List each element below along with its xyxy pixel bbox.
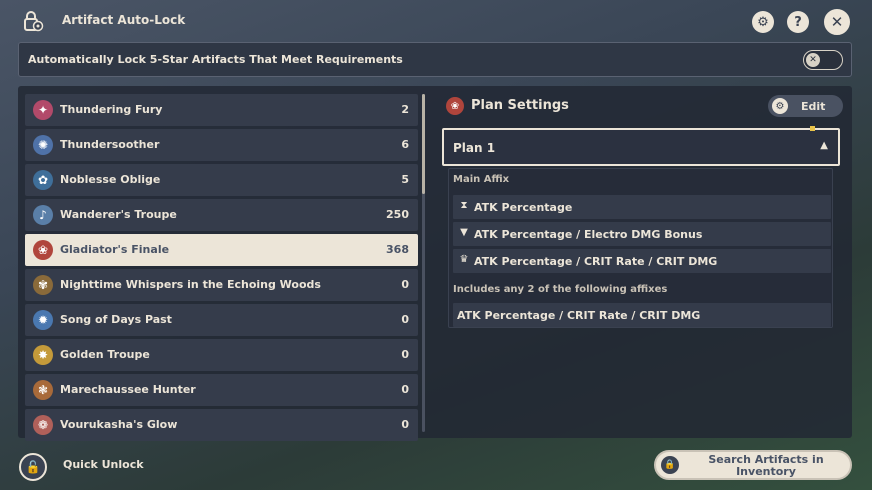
sub-affix-row: ATK Percentage / CRIT Rate / CRIT DMG — [453, 303, 831, 327]
auto-lock-setting: Automatically Lock 5-Star Artifacts That… — [18, 42, 852, 77]
main-affix-row: ⧗ ATK Percentage — [453, 195, 831, 219]
goblet-icon: ▼ — [460, 227, 468, 238]
artifact-set-name: Vourukasha's Glow — [60, 418, 178, 431]
main-affix-row: ♛ ATK Percentage / CRIT Rate / CRIT DMG — [453, 249, 831, 273]
gladiators-finale-icon: ❀ — [446, 97, 464, 115]
artifact-set-row[interactable]: ❀ Gladiator's Finale 368 — [25, 234, 418, 266]
artifact-set-row[interactable]: ✺ Thundersoother 6 — [25, 129, 418, 161]
vourukashas-glow-icon: ❁ — [33, 415, 53, 435]
artifact-set-count: 250 — [386, 208, 409, 221]
artifact-set-count: 0 — [401, 313, 409, 326]
artifact-set-count: 0 — [401, 348, 409, 361]
main-panel: ✦ Thundering Fury 2 ✺ Thundersoother 6 ✿ Nobles… — [18, 86, 852, 441]
artifact-set-name: Song of Days Past — [60, 313, 172, 326]
auto-lock-label: Automatically Lock 5-Star Artifacts That… — [28, 53, 403, 66]
search-artifacts-label: Search Artifacts in Inventory — [708, 453, 824, 478]
main-affix-text: ATK Percentage — [474, 201, 573, 214]
artifact-set-name: Marechaussee Hunter — [60, 383, 196, 396]
wanderers-troupe-icon: ♪ — [33, 205, 53, 225]
scrollbar-thumb[interactable] — [422, 94, 425, 194]
plan-settings-title: Plan Settings — [471, 98, 569, 113]
artifact-set-row[interactable]: ♪ Wanderer's Troupe 250 — [25, 199, 418, 231]
main-affix-text: ATK Percentage / CRIT Rate / CRIT DMG — [474, 255, 718, 268]
artifact-lock-icon — [24, 11, 44, 32]
plan-dropdown-value: Plan 1 — [453, 141, 496, 155]
lock-icon: 🔒 — [661, 456, 679, 474]
edit-button[interactable]: ⚙ Edit — [768, 95, 843, 117]
artifact-set-name: Thundering Fury — [60, 103, 163, 116]
sub-affix-label: Includes any 2 of the following affixes — [453, 284, 668, 295]
circlet-icon: ♛ — [459, 254, 469, 265]
artifact-set-list: ✦ Thundering Fury 2 ✺ Thundersoother 6 ✿ Nobles… — [25, 94, 418, 444]
artifact-set-count: 368 — [386, 243, 409, 256]
quick-unlock-button[interactable]: Quick Unlock — [63, 458, 144, 471]
artifact-set-count: 6 — [401, 138, 409, 151]
artifact-set-row[interactable]: ✾ Nighttime Whispers in the Echoing Woods… — [25, 269, 418, 301]
main-affix-row: ▼ ATK Percentage / Electro DMG Bonus — [453, 222, 831, 246]
thundering-fury-icon: ✦ — [33, 100, 53, 120]
artifact-set-count: 0 — [401, 278, 409, 291]
artifact-set-row[interactable]: ❃ Marechaussee Hunter 0 — [25, 374, 418, 406]
artifact-set-name: Gladiator's Finale — [60, 243, 170, 256]
artifact-set-count: 0 — [401, 383, 409, 396]
main-affix-label: Main Affix — [453, 174, 510, 185]
gladiators-finale-icon: ❀ — [33, 240, 53, 260]
new-indicator-icon — [810, 126, 815, 131]
golden-troupe-icon: ✸ — [33, 345, 53, 365]
artifact-set-count: 2 — [401, 103, 409, 116]
title-bar: Artifact Auto-Lock ⚙ ? ✕ — [0, 0, 872, 42]
artifact-set-name: Thundersoother — [60, 138, 160, 151]
plan-details: Main Affix ⧗ ATK Percentage ▼ ATK Percentag… — [448, 168, 833, 328]
chevron-up-icon: ▲ — [820, 140, 828, 151]
main-affix-text: ATK Percentage / Electro DMG Bonus — [474, 228, 703, 241]
sub-affix-text: ATK Percentage / CRIT Rate / CRIT DMG — [457, 309, 701, 322]
song-of-days-past-icon: ✹ — [33, 310, 53, 330]
artifact-set-row[interactable]: ❁ Vourukasha's Glow 0 — [25, 409, 418, 441]
page-title: Artifact Auto-Lock — [62, 13, 186, 27]
artifact-set-name: Wanderer's Troupe — [60, 208, 177, 221]
artifact-set-row[interactable]: ✿ Noblesse Oblige 5 — [25, 164, 418, 196]
artifact-set-count: 0 — [401, 418, 409, 431]
artifact-set-count: 5 — [401, 173, 409, 186]
noblesse-oblige-icon: ✿ — [33, 170, 53, 190]
thundersoother-icon: ✺ — [33, 135, 53, 155]
settings-gear-button[interactable]: ⚙ — [752, 11, 774, 33]
bottom-bar: 🔓 Quick Unlock 🔒 Search Artifacts in Inv… — [0, 445, 872, 490]
set-list-scrollbar[interactable] — [422, 94, 425, 432]
auto-lock-toggle[interactable]: ✕ — [803, 50, 843, 70]
unlock-icon[interactable]: 🔓 — [19, 453, 47, 481]
artifact-set-row[interactable]: ✹ Song of Days Past 0 — [25, 304, 418, 336]
toggle-off-icon: ✕ — [806, 53, 820, 67]
sands-icon: ⧗ — [460, 200, 468, 211]
search-artifacts-button[interactable]: 🔒 Search Artifacts in Inventory — [654, 450, 852, 480]
artifact-set-row[interactable]: ✦ Thundering Fury 2 — [25, 94, 418, 126]
gear-icon: ⚙ — [772, 98, 788, 114]
artifact-set-name: Noblesse Oblige — [60, 173, 161, 186]
marechaussee-hunter-icon: ❃ — [33, 380, 53, 400]
artifact-set-row[interactable]: ✸ Golden Troupe 0 — [25, 339, 418, 371]
artifact-set-name: Nighttime Whispers in the Echoing Woods — [60, 278, 321, 291]
help-button[interactable]: ? — [787, 11, 809, 33]
plan-dropdown[interactable]: Plan 1 ▲ — [442, 128, 840, 166]
close-button[interactable]: ✕ — [824, 9, 850, 35]
artifact-set-name: Golden Troupe — [60, 348, 150, 361]
nighttime-whispers-icon: ✾ — [33, 275, 53, 295]
edit-label: Edit — [801, 100, 826, 113]
plan-settings-panel: ❀ Plan Settings ⚙ Edit Plan 1 ▲ Main Aff… — [440, 86, 852, 438]
